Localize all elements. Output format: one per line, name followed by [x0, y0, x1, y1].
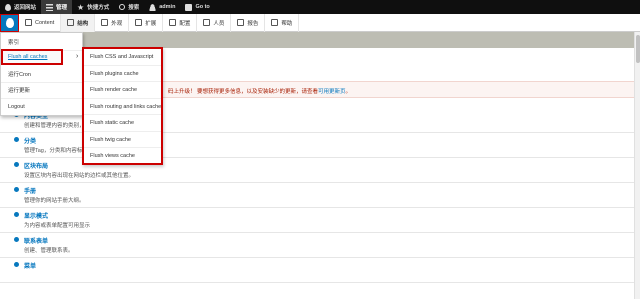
toolbar-shortcuts[interactable]: ★ 快捷方式 — [72, 0, 114, 14]
menu-item-run-cron[interactable]: 运行Cron — [1, 67, 82, 83]
flush-caches-submenu: Flush CSS and Javascript Flush plugins c… — [82, 47, 163, 165]
appearance-icon — [101, 19, 109, 26]
tray-item-reports[interactable]: 报告 — [231, 13, 266, 32]
list-item-desc: 为内容或表单配置可用显示 — [24, 223, 91, 229]
toolbar-shortcuts-label: 快捷方式 — [87, 5, 110, 11]
drupal-logo-icon — [5, 17, 14, 28]
content-icon — [25, 19, 32, 26]
list-item-title[interactable]: 菜单 — [24, 261, 36, 270]
toolbar-search[interactable]: 搜索 — [114, 0, 144, 14]
tray-item-config[interactable]: 配置 — [163, 13, 198, 32]
menu-item-flush-static[interactable]: Flush static cache — [84, 115, 161, 132]
menu-item-logout[interactable]: Logout — [1, 99, 82, 115]
toolbar-manage-label: 管理 — [56, 5, 68, 11]
toolbar-back-to-site[interactable]: 返回网站 — [0, 0, 41, 14]
tray-item-structure[interactable]: 结构 — [61, 13, 96, 32]
menu-item-flush-views[interactable]: Flush views cache — [84, 148, 161, 165]
list-item-title[interactable]: 手册 — [24, 186, 36, 195]
list-item-desc: 管理Tag，分类和内容标签 — [24, 148, 88, 154]
bullet-icon — [14, 137, 19, 142]
wrench-icon — [169, 19, 177, 26]
toolbar-search-label: 搜索 — [128, 5, 140, 11]
message-text: 码上升级！ 要想获得更多信息，以及安装缺少的更新，请查看 — [168, 89, 319, 95]
bullet-icon — [14, 237, 19, 242]
toolbar-user[interactable]: admin — [144, 0, 180, 14]
toolbar-goto-label: Go to — [195, 4, 210, 10]
toolbar-goto[interactable]: Go to — [180, 0, 214, 14]
admin-dropdown-menu: 索引 Flush all caches › 运行Cron 运行更新 Logout — [0, 32, 83, 116]
bullet-icon — [14, 187, 19, 192]
list-item-title[interactable]: 显示模式 — [24, 211, 48, 220]
menu-item-flush-plugins[interactable]: Flush plugins cache — [84, 66, 161, 82]
home-logo-button[interactable] — [0, 13, 19, 32]
toolbar-user-label: admin — [159, 4, 176, 10]
chevron-right-icon: › — [76, 53, 79, 60]
list-item-title[interactable]: 区块布局 — [24, 161, 48, 170]
admin-tray: Content 结构 外观 扩展 配置 人员 报告 帮助 — [0, 13, 640, 32]
extend-icon — [135, 19, 143, 26]
bullet-icon — [14, 162, 19, 167]
toolbar-manage[interactable]: 管理 — [41, 0, 73, 14]
tray-item-people[interactable]: 人员 — [197, 13, 232, 32]
tray-item-extend[interactable]: 扩展 — [129, 13, 164, 32]
tray-item-label: 扩展 — [145, 20, 157, 27]
toolbar-back-label: 返回网站 — [14, 5, 37, 11]
header-band — [0, 32, 640, 48]
tray-item-label: 配置 — [179, 20, 191, 27]
tray-item-help[interactable]: 帮助 — [265, 13, 300, 32]
tray-item-label: 帮助 — [281, 20, 293, 27]
list-item-desc: 设置区块内容出现在网站的边栏或其他位置。 — [24, 173, 135, 179]
reports-icon — [237, 19, 245, 26]
help-icon — [271, 19, 279, 26]
tray-item-label: 人员 — [213, 20, 225, 27]
status-message-text: 码上升级！ 要想获得更多信息，以及安装缺少的更新，请查看可用更新页。 — [168, 87, 351, 95]
tray-item-label: 报告 — [247, 20, 259, 27]
people-icon — [203, 19, 211, 26]
menu-item-run-updates[interactable]: 运行更新 — [1, 83, 82, 99]
page-scrollbar[interactable] — [634, 32, 640, 299]
menu-item-flush-routing[interactable]: Flush routing and links cache — [84, 99, 161, 115]
list-item: 显示模式 为内容或表单配置可用显示 — [0, 208, 634, 233]
structure-icon — [67, 19, 75, 26]
menu-item-flush-all-caches[interactable]: Flush all caches — [1, 49, 63, 65]
bullet-icon — [14, 212, 19, 217]
tray-item-label: Content — [35, 19, 55, 26]
menu-item-flush-render[interactable]: Flush render cache — [84, 82, 161, 99]
tray-item-label: 结构 — [77, 20, 89, 27]
scrollbar-thumb[interactable] — [636, 35, 640, 63]
admin-toolbar: 返回网站 管理 ★ 快捷方式 搜索 admin Go to — [0, 0, 640, 14]
bullet-icon — [14, 262, 19, 267]
available-updates-link[interactable]: 可用更新页 — [318, 89, 346, 95]
list-item: 菜单 — [0, 258, 634, 283]
menu-item-flush-css-js[interactable]: Flush CSS and Javascript — [84, 49, 161, 66]
list-item-desc: 管理你的网站手册大纲。 — [24, 198, 85, 204]
drop-icon — [5, 3, 11, 11]
star-icon: ★ — [77, 2, 85, 12]
menu-icon — [46, 3, 54, 11]
list-item-title[interactable]: 联系表单 — [24, 236, 48, 245]
search-icon — [119, 4, 126, 10]
list-item-title[interactable]: 分类 — [24, 136, 36, 145]
message-tail: 。 — [345, 89, 352, 95]
tray-item-label: 外观 — [111, 20, 123, 27]
list-item: 手册 管理你的网站手册大纲。 — [0, 183, 634, 208]
goto-icon — [185, 3, 193, 11]
list-item-desc: 创建、管理联系表。 — [24, 248, 74, 254]
tray-item-appearance[interactable]: 外观 — [95, 13, 130, 32]
tray-item-content[interactable]: Content — [19, 13, 62, 32]
user-icon — [149, 3, 157, 11]
list-item: 联系表单 创建、管理联系表。 — [0, 233, 634, 258]
menu-item-flush-twig[interactable]: Flush twig cache — [84, 132, 161, 148]
